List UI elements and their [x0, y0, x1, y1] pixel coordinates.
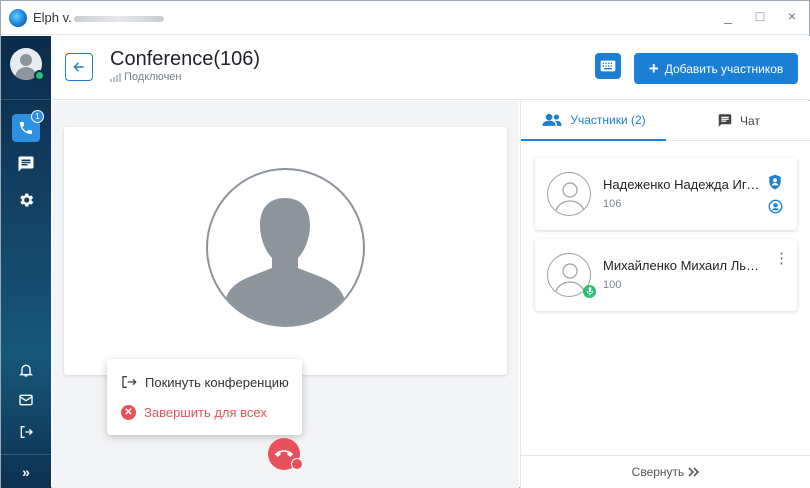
end-for-all-label: Завершить для всех: [144, 404, 267, 420]
collapse-label: Свернуть: [631, 465, 685, 479]
chevron-double-right-icon: [688, 467, 700, 477]
keypad-button[interactable]: [595, 53, 621, 79]
hangup-menu-toggle[interactable]: [291, 458, 303, 470]
mail-icon: [19, 394, 33, 406]
tab-participants-label: Участники (2): [570, 113, 646, 127]
maximize-button[interactable]: □: [753, 8, 767, 24]
presence-online-badge: [34, 70, 45, 81]
participant-name: Надеженко Надежда Игоревна: [603, 177, 763, 192]
participant-extension: 106: [603, 198, 622, 210]
mic-active-badge: [583, 285, 596, 298]
tab-participants[interactable]: Участники (2): [521, 101, 666, 141]
chat-tab-icon: [718, 114, 732, 127]
page-title: Conference(106): [110, 48, 261, 70]
hangup-icon: [275, 450, 293, 457]
title-version-blurred: [73, 15, 164, 22]
sidebar-item-mail[interactable]: [1, 386, 51, 414]
mic-icon: [586, 287, 593, 296]
add-participants-label: Добавить участников: [664, 61, 784, 76]
call-icon: [20, 122, 32, 134]
video-tile[interactable]: [64, 127, 507, 375]
plus-icon: +: [648, 58, 659, 78]
shield-icon: [769, 174, 781, 190]
participant-name: Михайленко Михаил Львович: [603, 258, 763, 273]
calls-count-badge: 1: [31, 110, 44, 123]
sidebar-item-notifications[interactable]: [1, 356, 51, 384]
app-window: Elph v. _ □ × 1 » Conference(106) Подклю…: [0, 0, 810, 488]
person-silhouette-icon: [224, 198, 346, 325]
logout-icon: [20, 426, 33, 438]
minimize-button[interactable]: _: [721, 8, 735, 24]
participant-avatar: [547, 172, 591, 216]
back-arrow-icon: [73, 62, 84, 72]
participant-avatar-placeholder: [206, 168, 365, 327]
participants-panel: Участники (2) Чат Надеженко Надежда Игор…: [520, 101, 810, 488]
close-circle-icon: ✕: [121, 404, 136, 420]
leave-conference-item[interactable]: Покинуть конференцию: [121, 372, 289, 392]
participant-extension: 100: [603, 279, 622, 291]
sidebar: 1 »: [1, 36, 51, 488]
add-participants-button[interactable]: + Добавить участников: [634, 53, 798, 84]
gear-icon: [20, 193, 34, 207]
tab-chat-label: Чат: [740, 113, 760, 128]
signal-icon: [110, 72, 121, 82]
chat-icon: [18, 156, 34, 172]
more-vert-icon[interactable]: ⋮: [774, 251, 789, 266]
sidebar-item-logout[interactable]: [1, 418, 51, 446]
collapse-panel-button[interactable]: Свернуть: [521, 455, 810, 488]
sidebar-expand-button[interactable]: »: [1, 458, 51, 486]
participant-card[interactable]: Надеженко Надежда Игоревна 106: [535, 158, 797, 230]
participant-card[interactable]: Михайленко Михаил Львович 100 ⋮: [535, 239, 797, 311]
keyboard-icon: [600, 60, 616, 72]
conference-header: Conference(106) Подключен + Добавить уча…: [52, 36, 810, 100]
close-button[interactable]: ×: [785, 8, 799, 24]
status-label: Подключен: [124, 71, 182, 83]
title-bar[interactable]: Elph v. _ □ ×: [1, 1, 809, 35]
back-button[interactable]: [65, 53, 93, 81]
connection-status: Подключен: [110, 71, 182, 83]
sidebar-item-chat[interactable]: [1, 150, 51, 178]
sidebar-item-calls[interactable]: 1: [1, 110, 51, 142]
person-outline-icon: [554, 182, 586, 214]
conference-main: Покинуть конференцию ✕ Завершить для все…: [52, 101, 519, 488]
window-title: Elph v.: [33, 10, 164, 25]
bell-icon: [19, 364, 33, 377]
exit-icon: [122, 376, 137, 388]
end-for-all-item[interactable]: ✕ Завершить для всех: [121, 402, 267, 422]
participants-icon: [542, 113, 562, 126]
leave-conference-label: Покинуть конференцию: [145, 374, 289, 390]
tab-chat[interactable]: Чат: [666, 101, 810, 141]
app-logo-icon: [9, 8, 27, 27]
hangup-menu: Покинуть конференцию ✕ Завершить для все…: [107, 359, 302, 435]
sidebar-item-settings[interactable]: [1, 186, 51, 214]
person-circle-icon[interactable]: [768, 199, 783, 214]
